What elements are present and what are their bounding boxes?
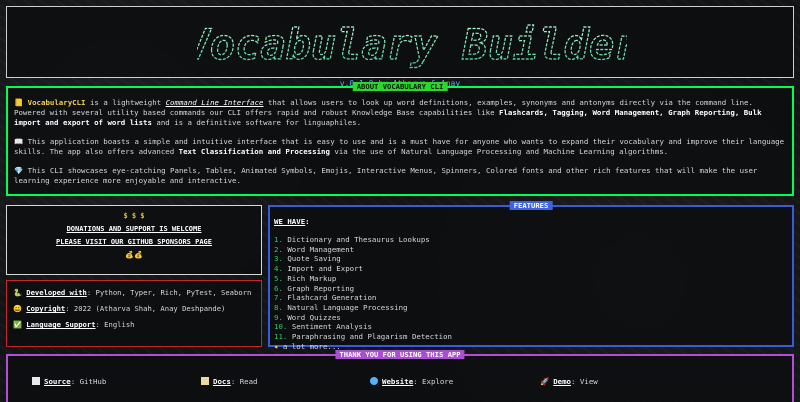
developer-info-panel: 🐍 Developed with: Python, Typer, Rich, P… (6, 280, 262, 347)
source-link[interactable]: Source: GitHub (32, 377, 106, 386)
list-item: 3. Quote Saving (274, 254, 341, 264)
list-item: 10. Sentiment Analysis (274, 322, 372, 332)
dollar-signs: $ $ $ (123, 212, 145, 220)
about-paragraph-1: 📒 VocabularyCLI is a lightweight Command… (14, 98, 762, 127)
list-item: 6. Graph Reporting (274, 283, 355, 293)
sparkle-icon: ✷ (274, 341, 279, 351)
list-item: 2. Word Management (274, 244, 355, 254)
list-item: 8. Natural Language Processing (274, 302, 408, 312)
title-panel: Vocabulary Builder v.0.1.0 by Atharva & … (6, 6, 794, 88)
demo-link[interactable]: 🚀 Demo: View (540, 377, 598, 386)
about-legend: ABOUT VOCABULARY CLI (352, 82, 448, 91)
donation-text: DONATIONS AND SUPPORT IS WELCOME (66, 225, 202, 233)
website-link[interactable]: Website: Explore (370, 377, 453, 386)
app-title: Vocabulary Builder (197, 20, 627, 69)
list-item: 11. Paraphrasing and Plagarism Detection (274, 332, 452, 342)
developed-with-row: 🐍 Developed with: Python, Typer, Rich, P… (13, 288, 252, 297)
features-list: 1. Dictionary and Thesaurus Lookups 2. W… (274, 235, 452, 351)
check-icon: ✅ (13, 320, 22, 329)
rocket-icon: 🚀 (540, 377, 550, 386)
python-icon: 🐍 (13, 288, 22, 297)
gem-icon: 💎 (14, 166, 24, 175)
docs-link[interactable]: Docs: Read (201, 377, 258, 386)
list-item: 4. Import and Export (274, 264, 364, 274)
about-paragraph-2: 📖 This application boasts a simple and i… (14, 137, 785, 156)
features-heading: WE HAVE: (274, 217, 310, 226)
list-item: 1. Dictionary and Thesaurus Lookups (274, 235, 430, 244)
laptop-icon (32, 377, 40, 385)
about-paragraph-3: 💎 This CLI showcases eye-catching Panels… (14, 166, 758, 185)
donation-panel: $ $ $ DONATIONS AND SUPPORT IS WELCOME P… (6, 205, 262, 275)
thanks-panel: THANK YOU FOR USING THIS APP Source: Git… (6, 350, 794, 402)
money-bag-icons: 💰💰 (125, 251, 143, 259)
list-item: 5. Rich Markup (274, 273, 337, 283)
language-row: ✅ Language Support: English (13, 320, 135, 329)
globe-icon (370, 377, 378, 385)
features-panel: FEATURES WE HAVE: 1. Dictionary and Thes… (268, 201, 794, 351)
list-item: 9. Word Quizzes (274, 312, 341, 322)
features-legend: FEATURES (509, 201, 553, 210)
book-icon: 📒 (14, 98, 24, 107)
smile-icon: 😀 (13, 304, 22, 313)
document-icon (201, 377, 209, 385)
about-panel: ABOUT VOCABULARY CLI 📒 VocabularyCLI is … (6, 82, 794, 196)
thanks-legend: THANK YOU FOR USING THIS APP (335, 350, 465, 359)
open-book-icon: 📖 (14, 137, 24, 146)
sponsors-link[interactable]: PLEASE VISIT OUR GITHUB SPONSORS PAGE (7, 236, 261, 249)
cli-term: Command Line Interface (165, 98, 264, 107)
nlp-highlight: Text Classification and Processing (178, 147, 330, 156)
app-name: VocabularyCLI (27, 98, 86, 107)
list-item: 7. Flashcard Generation (274, 293, 377, 303)
copyright-row: 😀 Copyright: 2022 (Atharva Shah, Anay De… (13, 304, 226, 313)
ascii-title-art: Vocabulary Builder (197, 19, 627, 69)
